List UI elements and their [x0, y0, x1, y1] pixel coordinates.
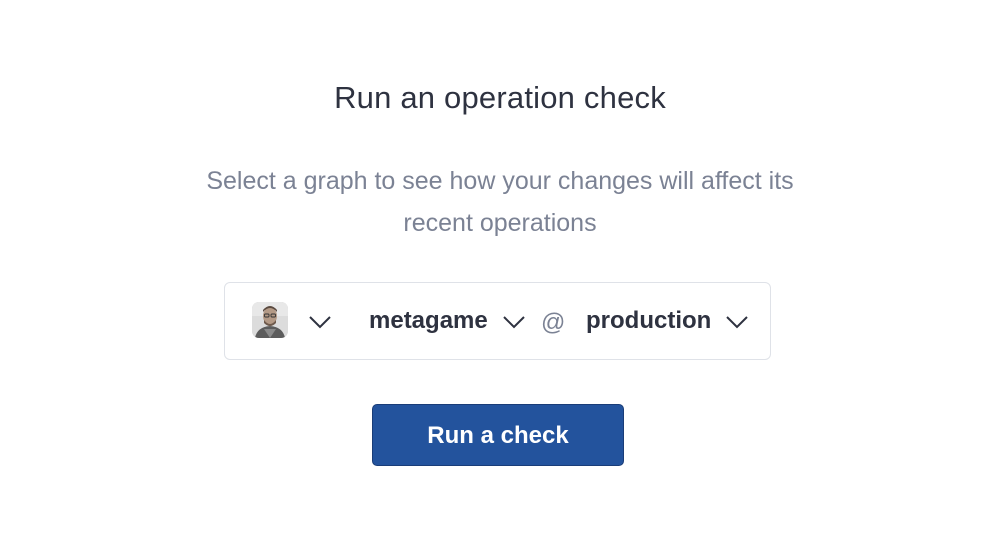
graph-select-label[interactable]: metagame	[369, 307, 488, 335]
account-chevron-down-icon[interactable]	[308, 314, 332, 330]
variant-select-label[interactable]: production	[586, 307, 711, 335]
graph-variant-selector: metagame @ production	[224, 282, 771, 360]
run-check-button[interactable]: Run a check	[372, 404, 624, 466]
page-title: Run an operation check	[334, 80, 666, 115]
variant-separator: @	[541, 309, 566, 336]
avatar-photo-icon	[252, 302, 288, 338]
page-description: Select a graph to see how your changes w…	[206, 167, 794, 237]
run-check-page: Run an operation check Select a graph to…	[0, 0, 1000, 547]
account-avatar[interactable]	[252, 302, 288, 338]
variant-chevron-down-icon[interactable]	[725, 314, 749, 330]
graph-chevron-down-icon[interactable]	[502, 314, 526, 330]
